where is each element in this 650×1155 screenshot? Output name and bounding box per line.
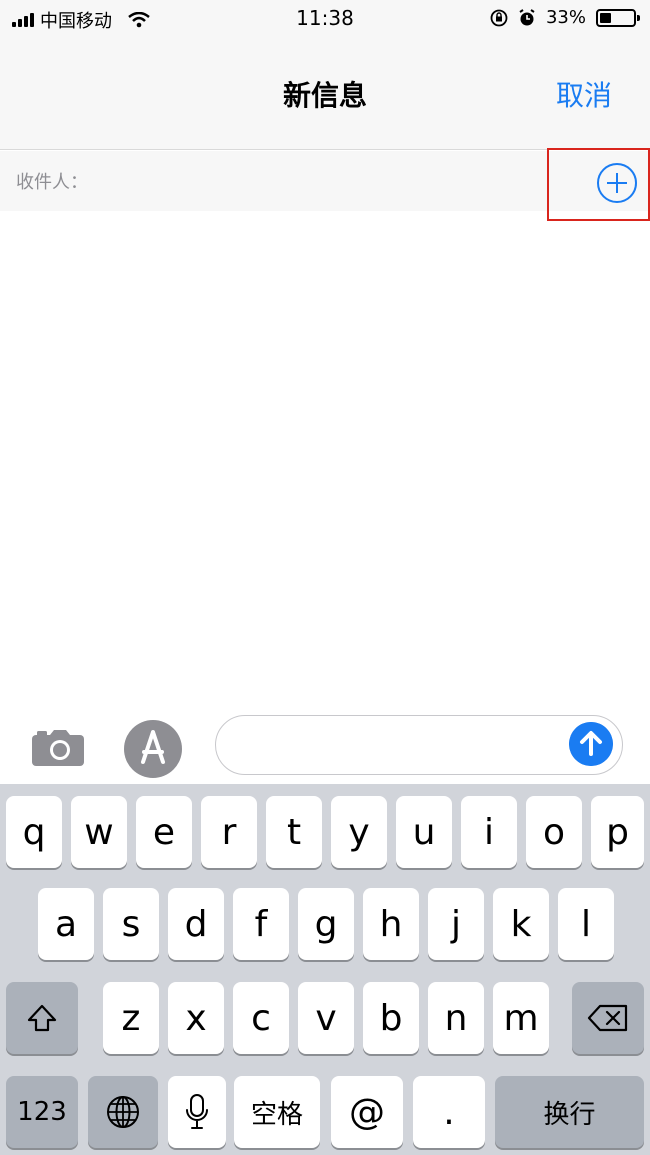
status-right: 33% (490, 7, 640, 28)
key-i[interactable]: i (461, 796, 517, 868)
battery-level (600, 12, 611, 23)
key-x[interactable]: x (168, 982, 224, 1054)
send-arrow-up-icon[interactable] (569, 722, 613, 766)
keyboard: q w e r t y u i o p a s d f g h j k l z … (0, 784, 650, 1155)
delete-icon (587, 1004, 628, 1032)
key-b[interactable]: b (363, 982, 419, 1054)
key-j[interactable]: j (428, 888, 484, 960)
recipient-label: 收件人： (16, 172, 88, 193)
key-w[interactable]: w (71, 796, 127, 868)
key-e[interactable]: e (136, 796, 192, 868)
key-o[interactable]: o (526, 796, 582, 868)
delete-key[interactable] (572, 982, 644, 1054)
microphone-icon (186, 1094, 208, 1129)
battery-percent: 33% (545, 7, 586, 28)
key-y[interactable]: y (331, 796, 387, 868)
orientation-lock-icon (490, 9, 508, 26)
key-q[interactable]: q (6, 796, 62, 868)
key-r[interactable]: r (201, 796, 257, 868)
shift-icon (27, 1004, 57, 1032)
key-k[interactable]: k (493, 888, 549, 960)
mic-key[interactable] (168, 1076, 226, 1148)
globe-key[interactable] (88, 1076, 158, 1148)
cancel-button[interactable]: 取消 (556, 74, 612, 114)
key-t[interactable]: t (266, 796, 322, 868)
key-f[interactable]: f (233, 888, 289, 960)
shift-key[interactable] (6, 982, 78, 1054)
key-a[interactable]: a (38, 888, 94, 960)
key-n[interactable]: n (428, 982, 484, 1054)
key-l[interactable]: l (558, 888, 614, 960)
key-m[interactable]: m (493, 982, 549, 1054)
nav-bar: 新信息 取消 (0, 38, 650, 150)
status-bar: 中国移动 11:38 33% (0, 0, 650, 38)
add-contact-plus-circle-icon[interactable] (597, 163, 637, 203)
alarm-icon (519, 8, 535, 25)
camera-icon[interactable] (30, 728, 86, 768)
dot-key[interactable]: . (413, 1076, 485, 1148)
key-c[interactable]: c (233, 982, 289, 1054)
numbers-key[interactable]: 123 (6, 1076, 78, 1148)
key-u[interactable]: u (396, 796, 452, 868)
battery-icon (596, 8, 640, 27)
key-v[interactable]: v (298, 982, 354, 1054)
message-composer (0, 706, 650, 784)
key-s[interactable]: s (103, 888, 159, 960)
app-store-icon[interactable] (122, 718, 184, 780)
message-input[interactable] (215, 715, 623, 775)
key-h[interactable]: h (363, 888, 419, 960)
key-d[interactable]: d (168, 888, 224, 960)
page-title: 新信息 (282, 79, 367, 112)
at-key[interactable]: @ (331, 1076, 403, 1148)
key-p[interactable]: p (591, 796, 644, 868)
key-g[interactable]: g (298, 888, 354, 960)
space-key[interactable]: 空格 (234, 1076, 320, 1148)
globe-icon (107, 1096, 139, 1128)
return-key[interactable]: 换行 (495, 1076, 644, 1148)
key-z[interactable]: z (103, 982, 159, 1054)
